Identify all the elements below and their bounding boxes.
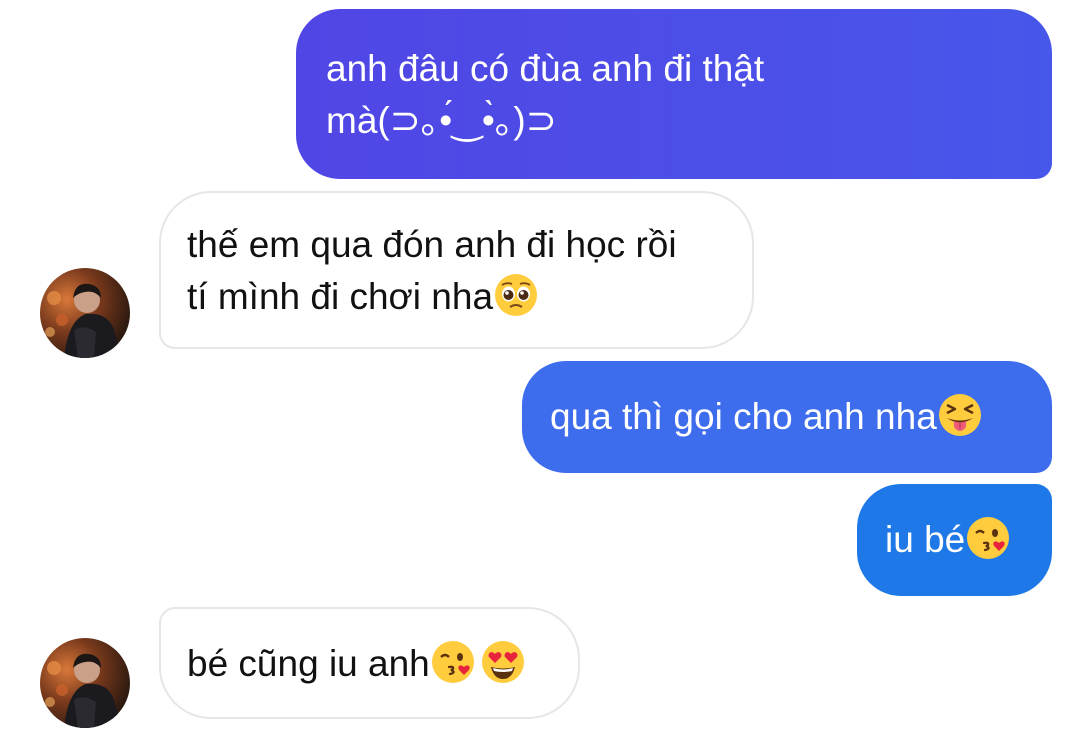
pleading-face-icon	[495, 274, 538, 316]
message-text: tí mình đi chơi nha	[187, 276, 494, 317]
message-text: iu bé	[885, 519, 966, 560]
message-bubble-outgoing[interactable]: iu bé	[857, 484, 1052, 596]
message-text-line: anh đâu có đùa anh đi thật	[326, 48, 765, 89]
message-bubble-outgoing[interactable]: anh đâu có đùa anh đi thật mà(⊃｡•́‿•̀｡)⊃	[296, 9, 1052, 179]
message-text-line: tí mình đi chơi nha	[187, 271, 726, 323]
contact-avatar[interactable]	[40, 268, 130, 358]
squinting-tongue-face-icon	[938, 394, 981, 436]
message-text-line: mà(⊃｡•́‿•̀｡)⊃	[326, 100, 557, 141]
kissing-heart-face-icon	[431, 641, 474, 683]
message-bubble-incoming[interactable]: bé cũng iu anh	[159, 607, 580, 719]
message-text-line: thế em qua đón anh đi học rồi	[187, 224, 677, 265]
heart-eyes-face-icon	[481, 641, 524, 683]
message-text: bé cũng iu anh	[187, 643, 430, 684]
kissing-heart-face-icon	[967, 517, 1010, 559]
contact-avatar[interactable]	[40, 638, 130, 728]
chat-thread: anh đâu có đùa anh đi thật mà(⊃｡•́‿•̀｡)⊃…	[0, 0, 1080, 731]
message-bubble-outgoing[interactable]: qua thì gọi cho anh nha	[522, 361, 1052, 473]
message-bubble-incoming[interactable]: thế em qua đón anh đi học rồi tí mình đi…	[159, 191, 754, 349]
message-text: qua thì gọi cho anh nha	[550, 396, 937, 437]
